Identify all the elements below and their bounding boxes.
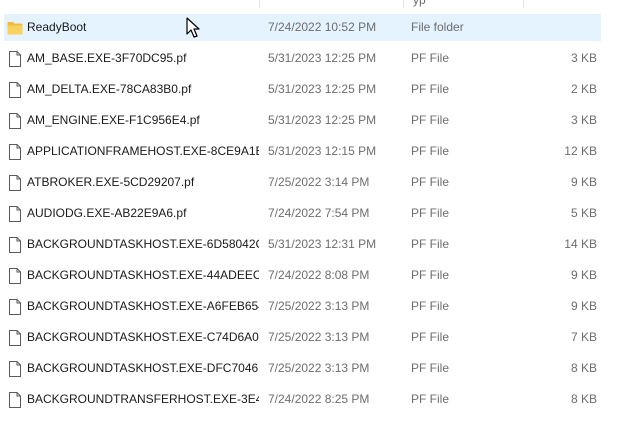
file-list: ReadyBoot 7/24/2022 10:52 PM File folder AM… bbox=[0, 12, 643, 415]
file-row[interactable]: AM_DELTA.EXE-78CA83B0.pf 5/31/2023 12:25 … bbox=[0, 74, 643, 105]
date-modified: 7/24/2022 8:08 PM bbox=[268, 268, 370, 282]
file-icon bbox=[9, 237, 23, 254]
file-row[interactable]: AM_BASE.EXE-3F70DC95.pf 5/31/2023 12:25 P… bbox=[0, 43, 643, 74]
file-row[interactable]: ATBROKER.EXE-5CD29207.pf 7/25/2022 3:14 P… bbox=[0, 167, 643, 198]
folder-icon bbox=[7, 21, 23, 38]
file-name: BACKGROUNDTASKHOST.EXE-44ADEEC4.... bbox=[27, 268, 259, 282]
file-size: 8 KB bbox=[570, 361, 597, 375]
file-name: AM_ENGINE.EXE-F1C956E4.pf bbox=[27, 113, 200, 127]
file-icon bbox=[9, 392, 23, 409]
file-row[interactable]: APPLICATIONFRAMEHOST.EXE-8CE9A1E... 5/31/… bbox=[0, 136, 643, 167]
file-name: AUDIODG.EXE-AB22E9A6.pf bbox=[27, 206, 187, 220]
type-column-header[interactable]: yp bbox=[413, 0, 426, 7]
file-type: PF File bbox=[411, 361, 450, 375]
file-row[interactable]: AM_ENGINE.EXE-F1C956E4.pf 5/31/2023 12:25… bbox=[0, 105, 643, 136]
file-size: 9 KB bbox=[570, 299, 597, 313]
file-type: PF File bbox=[411, 237, 450, 251]
file-icon bbox=[9, 51, 23, 68]
file-size: 12 KB bbox=[564, 144, 597, 158]
file-name: ATBROKER.EXE-5CD29207.pf bbox=[27, 175, 195, 189]
column-divider[interactable] bbox=[523, 0, 524, 8]
file-icon bbox=[9, 299, 23, 316]
file-row[interactable]: AUDIODG.EXE-AB22E9A6.pf 7/24/2022 7:54 PM… bbox=[0, 198, 643, 229]
mouse-pointer-icon bbox=[186, 17, 200, 38]
file-type: PF File bbox=[411, 268, 450, 282]
file-type: PF File bbox=[411, 206, 450, 220]
file-icon bbox=[9, 82, 23, 99]
file-type: PF File bbox=[411, 113, 450, 127]
file-name: AM_DELTA.EXE-78CA83B0.pf bbox=[27, 82, 192, 96]
date-modified: 7/24/2022 8:25 PM bbox=[268, 392, 370, 406]
date-modified: 7/24/2022 7:54 PM bbox=[268, 206, 370, 220]
file-row[interactable]: BACKGROUNDTASKHOST.EXE-6D58042C.pf 5/31/2… bbox=[0, 229, 643, 260]
file-row[interactable]: BACKGROUNDTASKHOST.EXE-DFC7046E.pf 7/25/2… bbox=[0, 353, 643, 384]
file-type: PF File bbox=[411, 392, 450, 406]
column-divider[interactable] bbox=[403, 0, 404, 8]
file-name: BACKGROUNDTRANSFERHOST.EXE-3E4E... bbox=[27, 392, 259, 406]
file-size: 3 KB bbox=[570, 51, 597, 65]
file-icon bbox=[9, 113, 23, 130]
date-modified: 5/31/2023 12:25 PM bbox=[268, 51, 377, 65]
file-row[interactable]: BACKGROUNDTASKHOST.EXE-C74D6A06.... 7/25/… bbox=[0, 322, 643, 353]
file-name: BACKGROUNDTASKHOST.EXE-C74D6A06.... bbox=[27, 330, 259, 344]
file-name: BACKGROUNDTASKHOST.EXE-6D58042C.pf bbox=[27, 237, 259, 251]
date-modified: 7/25/2022 3:13 PM bbox=[268, 330, 370, 344]
date-modified: 7/25/2022 3:13 PM bbox=[268, 299, 370, 313]
file-size: 8 KB bbox=[570, 392, 597, 406]
date-modified: 5/31/2023 12:25 PM bbox=[268, 113, 377, 127]
date-modified: 5/31/2023 12:31 PM bbox=[268, 237, 377, 251]
file-size: 7 KB bbox=[570, 330, 597, 344]
file-type: PF File bbox=[411, 299, 450, 313]
file-type: PF File bbox=[411, 144, 450, 158]
file-name: BACKGROUNDTASKHOST.EXE-DFC7046E.pf bbox=[27, 361, 259, 375]
file-size: 9 KB bbox=[570, 175, 597, 189]
column-header-strip[interactable]: yp bbox=[0, 0, 643, 8]
file-size: 9 KB bbox=[570, 268, 597, 282]
file-row[interactable]: BACKGROUNDTASKHOST.EXE-A6FEB654.pf 7/25/2… bbox=[0, 291, 643, 322]
file-name: APPLICATIONFRAMEHOST.EXE-8CE9A1E... bbox=[27, 144, 259, 158]
file-size: 2 KB bbox=[570, 82, 597, 96]
file-icon bbox=[9, 206, 23, 223]
file-name: AM_BASE.EXE-3F70DC95.pf bbox=[27, 51, 187, 65]
date-modified: 7/25/2022 3:14 PM bbox=[268, 175, 370, 189]
file-row[interactable]: BACKGROUNDTASKHOST.EXE-44ADEEC4.... 7/24/… bbox=[0, 260, 643, 291]
file-size: 14 KB bbox=[564, 237, 597, 251]
file-icon bbox=[9, 175, 23, 192]
date-modified: 7/24/2022 10:52 PM bbox=[268, 20, 377, 34]
file-name: ReadyBoot bbox=[27, 20, 87, 34]
file-icon bbox=[9, 144, 23, 161]
file-type: PF File bbox=[411, 175, 450, 189]
column-divider[interactable] bbox=[259, 0, 260, 8]
date-modified: 7/25/2022 3:13 PM bbox=[268, 361, 370, 375]
file-type: PF File bbox=[411, 330, 450, 344]
file-type: File folder bbox=[411, 20, 464, 34]
date-modified: 5/31/2023 12:25 PM bbox=[268, 82, 377, 96]
file-type: PF File bbox=[411, 51, 450, 65]
file-icon bbox=[9, 268, 23, 285]
file-size: 5 KB bbox=[570, 206, 597, 220]
file-size: 3 KB bbox=[570, 113, 597, 127]
file-icon bbox=[9, 330, 23, 347]
file-row[interactable]: BACKGROUNDTRANSFERHOST.EXE-3E4E... 7/24/2… bbox=[0, 384, 643, 415]
file-row[interactable]: ReadyBoot 7/24/2022 10:52 PM File folder bbox=[0, 12, 643, 43]
file-name: BACKGROUNDTASKHOST.EXE-A6FEB654.pf bbox=[27, 299, 259, 313]
file-type: PF File bbox=[411, 82, 450, 96]
file-icon bbox=[9, 361, 23, 378]
date-modified: 5/31/2023 12:15 PM bbox=[268, 144, 377, 158]
